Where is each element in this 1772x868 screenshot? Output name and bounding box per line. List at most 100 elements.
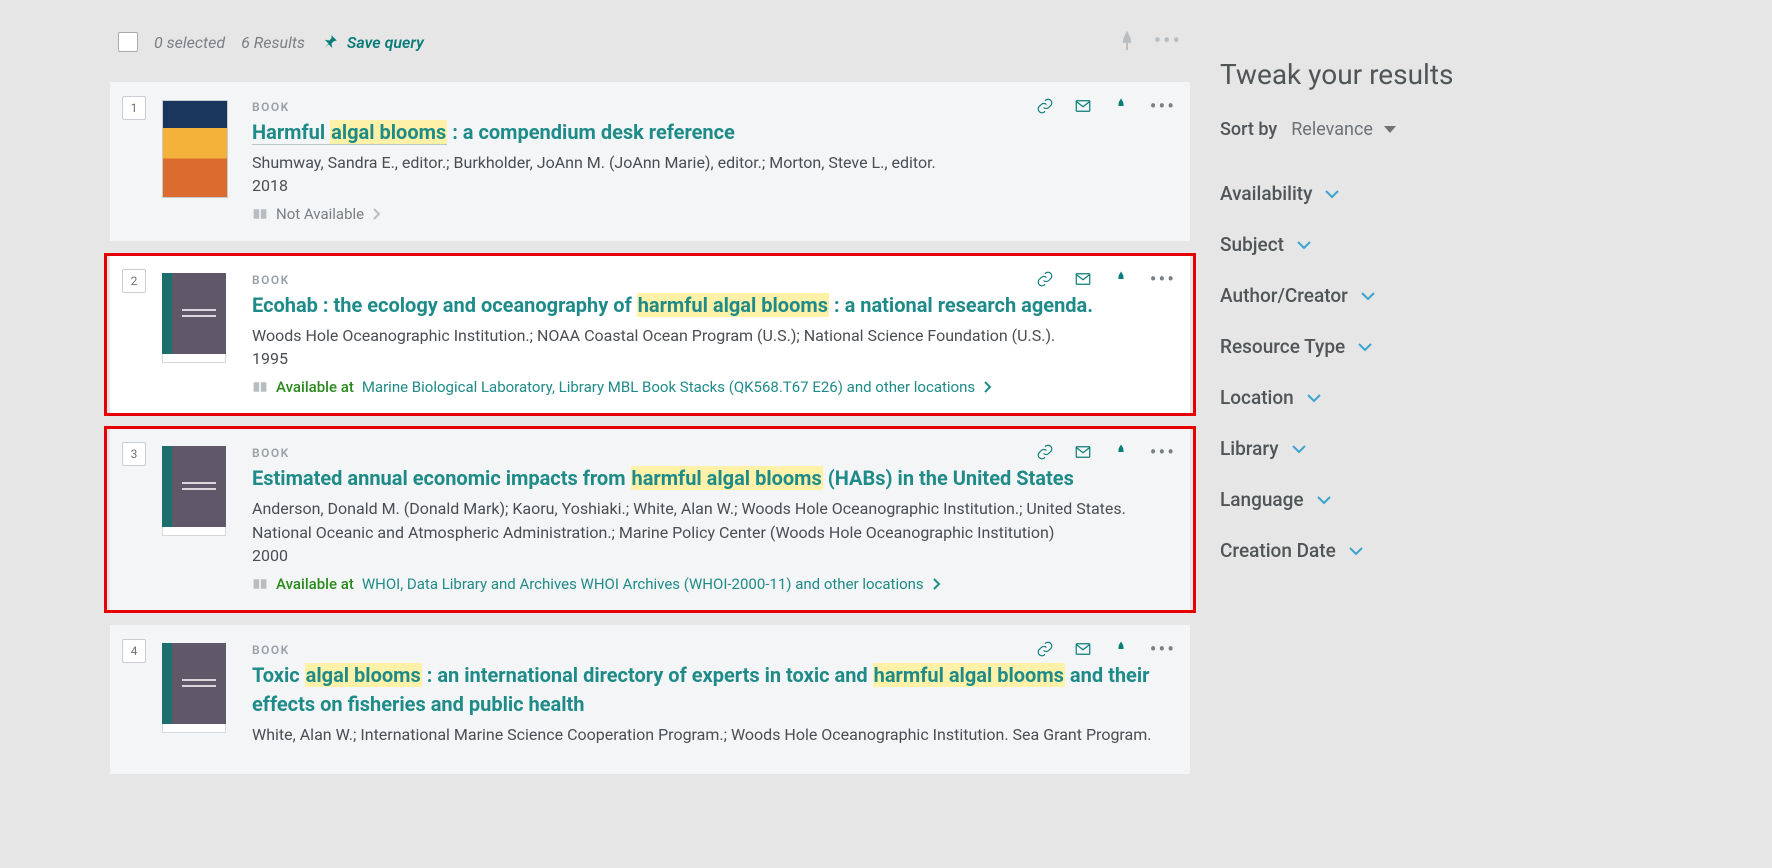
selected-count: 0 selected	[154, 33, 225, 52]
result-number: 2	[122, 269, 146, 293]
results-column: 0 selected 6 Results Save query ••• 1 BO…	[110, 0, 1190, 788]
filter-library[interactable]: Library	[1220, 423, 1600, 474]
book-status-icon	[252, 207, 268, 221]
filter-label: Location	[1220, 386, 1294, 409]
pin-icon[interactable]	[1112, 97, 1130, 115]
result-year: 1995	[252, 349, 1170, 368]
availability-status: Available at	[276, 575, 354, 593]
dropdown-caret-icon	[1383, 125, 1397, 135]
result-authors: Anderson, Donald M. (Donald Mark); Kaoru…	[252, 497, 1170, 543]
link-icon[interactable]	[1036, 97, 1054, 115]
result-card[interactable]: 4 BOOK Toxic algal blooms : an internati…	[110, 625, 1190, 774]
result-year: 2000	[252, 546, 1170, 565]
filter-label: Library	[1220, 437, 1279, 460]
card-actions: •••	[1036, 442, 1176, 462]
result-year: 2018	[252, 176, 1170, 195]
book-generic-thumb	[162, 273, 226, 357]
availability-location: WHOI, Data Library and Archives WHOI Arc…	[362, 575, 924, 593]
book-generic-thumb	[162, 446, 226, 530]
resource-type-label: BOOK	[252, 446, 1170, 460]
result-title[interactable]: Ecohab : the ecology and oceanography of…	[252, 291, 1170, 320]
result-authors: White, Alan W.; International Marine Sci…	[252, 723, 1170, 746]
sidebar: Tweak your results Sort by Relevance Ava…	[1220, 0, 1600, 788]
resource-type-label: BOOK	[252, 643, 1170, 657]
chevron-down-icon	[1357, 341, 1373, 353]
chevron-down-icon	[1348, 545, 1364, 557]
header-pin-icon[interactable]	[1116, 31, 1138, 53]
email-icon[interactable]	[1074, 97, 1092, 115]
result-number: 3	[122, 442, 146, 466]
pin-icon[interactable]	[1112, 270, 1130, 288]
filter-availability[interactable]: Availability	[1220, 168, 1600, 219]
link-icon[interactable]	[1036, 270, 1054, 288]
filter-creation-date[interactable]: Creation Date	[1220, 525, 1600, 576]
result-number: 4	[122, 639, 146, 663]
filter-label: Language	[1220, 488, 1304, 511]
result-card[interactable]: 1 BOOK Harmful algal blooms : a compendi…	[110, 82, 1190, 241]
filter-label: Availability	[1220, 182, 1312, 205]
resource-type-label: BOOK	[252, 100, 1170, 114]
pin-icon[interactable]	[1112, 443, 1130, 461]
header-more-icon[interactable]: •••	[1154, 31, 1182, 53]
card-actions: •••	[1036, 639, 1176, 659]
result-title[interactable]: Toxic algal blooms : an international di…	[252, 661, 1170, 719]
filter-label: Resource Type	[1220, 335, 1345, 358]
book-status-icon	[252, 577, 268, 591]
book-cover-thumb	[162, 100, 228, 198]
result-authors: Woods Hole Oceanographic Institution.; N…	[252, 324, 1170, 347]
availability-location: Marine Biological Laboratory, Library MB…	[362, 378, 975, 396]
availability[interactable]: Not Available	[252, 205, 1170, 223]
chevron-down-icon	[1291, 443, 1307, 455]
sort-label: Sort by	[1220, 119, 1277, 140]
tweak-title: Tweak your results	[1220, 58, 1600, 91]
filter-subject[interactable]: Subject	[1220, 219, 1600, 270]
chevron-down-icon	[1296, 239, 1312, 251]
card-actions: •••	[1036, 269, 1176, 289]
filter-label: Subject	[1220, 233, 1284, 256]
sort-value: Relevance	[1291, 119, 1373, 140]
email-icon[interactable]	[1074, 443, 1092, 461]
availability[interactable]: Available at Marine Biological Laborator…	[252, 378, 1170, 396]
chevron-right-icon	[932, 577, 942, 591]
link-icon[interactable]	[1036, 443, 1054, 461]
more-icon[interactable]: •••	[1150, 269, 1176, 289]
result-title[interactable]: Estimated annual economic impacts from h…	[252, 464, 1170, 493]
pin-icon[interactable]	[1112, 640, 1130, 658]
availability-status: Available at	[276, 378, 354, 396]
result-number: 1	[122, 96, 146, 120]
chevron-down-icon	[1306, 392, 1322, 404]
save-query-button[interactable]: Save query	[321, 33, 424, 52]
book-status-icon	[252, 380, 268, 394]
filter-language[interactable]: Language	[1220, 474, 1600, 525]
chevron-right-icon	[983, 380, 993, 394]
more-icon[interactable]: •••	[1150, 96, 1176, 116]
result-title[interactable]: Harmful algal blooms : a compendium desk…	[252, 118, 1170, 147]
filter-resource-type[interactable]: Resource Type	[1220, 321, 1600, 372]
chevron-down-icon	[1360, 290, 1376, 302]
save-query-label: Save query	[347, 33, 424, 52]
card-actions: •••	[1036, 96, 1176, 116]
more-icon[interactable]: •••	[1150, 442, 1176, 462]
link-icon[interactable]	[1036, 640, 1054, 658]
filter-author-creator[interactable]: Author/Creator	[1220, 270, 1600, 321]
more-icon[interactable]: •••	[1150, 639, 1176, 659]
filter-location[interactable]: Location	[1220, 372, 1600, 423]
result-card[interactable]: 2 BOOK Ecohab : the ecology and oceanogr…	[110, 255, 1190, 414]
results-count: 6 Results	[241, 33, 305, 52]
pin-icon	[321, 33, 339, 51]
chevron-down-icon	[1324, 188, 1340, 200]
result-card[interactable]: 3 BOOK Estimated annual economic impacts…	[110, 428, 1190, 610]
email-icon[interactable]	[1074, 270, 1092, 288]
email-icon[interactable]	[1074, 640, 1092, 658]
sort-dropdown[interactable]: Relevance	[1291, 119, 1397, 140]
book-generic-thumb	[162, 643, 226, 727]
availability[interactable]: Available at WHOI, Data Library and Arch…	[252, 575, 1170, 593]
chevron-down-icon	[1316, 494, 1332, 506]
filter-label: Author/Creator	[1220, 284, 1348, 307]
results-header: 0 selected 6 Results Save query •••	[110, 0, 1190, 82]
select-all-checkbox[interactable]	[118, 32, 138, 52]
filter-label: Creation Date	[1220, 539, 1336, 562]
availability-status: Not Available	[276, 205, 364, 223]
sort-row[interactable]: Sort by Relevance	[1220, 119, 1600, 140]
result-authors: Shumway, Sandra E., editor.; Burkholder,…	[252, 151, 1170, 174]
